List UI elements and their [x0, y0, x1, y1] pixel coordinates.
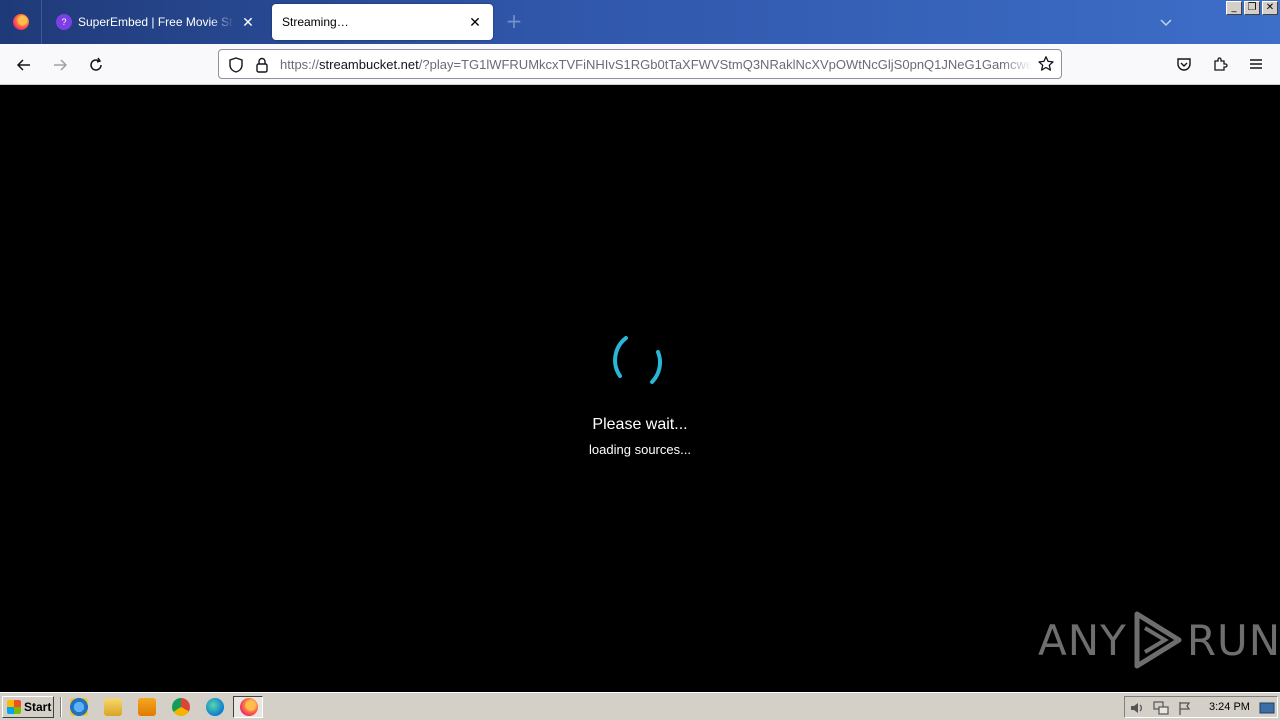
- network-icon[interactable]: [1153, 700, 1169, 716]
- taskbar-separator: [60, 697, 62, 717]
- tab-close-icon[interactable]: ✕: [467, 14, 483, 30]
- app-menu-button[interactable]: [1245, 53, 1267, 75]
- firefox-icon: [240, 698, 258, 716]
- pocket-button[interactable]: [1173, 53, 1195, 75]
- list-all-tabs-icon[interactable]: [1158, 14, 1174, 30]
- bookmark-star-icon[interactable]: [1037, 55, 1055, 73]
- navigation-toolbar: https://streambucket.net/?play=TG1lWFRUM…: [0, 44, 1280, 85]
- back-arrow-icon: [16, 59, 30, 71]
- play-triangle-icon: [1134, 611, 1182, 669]
- back-button[interactable]: [11, 52, 37, 78]
- loading-sources-text: loading sources...: [589, 442, 691, 457]
- reload-icon: [90, 57, 102, 71]
- page-content: Please wait... loading sources... ANY RU…: [0, 86, 1280, 692]
- internet-explorer-icon[interactable]: [70, 698, 88, 716]
- anyrun-watermark: ANY RUN: [1038, 608, 1280, 672]
- please-wait-heading: Please wait...: [592, 416, 688, 433]
- tab-strip: ? SuperEmbed | Free Movie Streaming ✕ St…: [0, 0, 1280, 44]
- new-tab-button[interactable]: +: [504, 11, 524, 31]
- window-controls: _ ❐ ✕: [1226, 1, 1278, 15]
- watermark-left-text: ANY: [1038, 615, 1127, 665]
- url-text[interactable]: https://streambucket.net/?play=TG1lWFRUM…: [280, 57, 1032, 72]
- loading-spinner-icon: [613, 336, 662, 384]
- firefox-menu-button[interactable]: [0, 0, 42, 44]
- taskbar-clock[interactable]: 3:24 PM: [1209, 701, 1250, 713]
- restore-button[interactable]: ❐: [1244, 1, 1260, 15]
- tab-close-icon[interactable]: ✕: [240, 14, 256, 30]
- edge-icon[interactable]: [206, 698, 224, 716]
- close-window-button[interactable]: ✕: [1262, 1, 1278, 15]
- extensions-button[interactable]: [1209, 53, 1231, 75]
- system-tray: 3:24 PM: [1124, 696, 1278, 718]
- url-bar[interactable]: https://streambucket.net/?play=TG1lWFRUM…: [218, 49, 1062, 79]
- start-label: Start: [24, 700, 52, 714]
- watermark-right-text: RUN: [1186, 615, 1280, 665]
- action-center-flag-icon[interactable]: [1177, 700, 1193, 716]
- taskbar: Start 3:24 PM: [0, 692, 1280, 720]
- puzzle-piece-icon: [1214, 57, 1228, 71]
- url-path: /?play=TG1lWFRUMkcxTVFiNHIvS1RGb0tTaXFWV…: [418, 57, 1032, 72]
- forward-arrow-icon: [54, 59, 68, 71]
- windows-flag-icon: [7, 700, 21, 714]
- minimize-button[interactable]: _: [1226, 1, 1242, 15]
- taskbar-firefox-button[interactable]: [233, 696, 263, 718]
- tab-title: Streaming…: [282, 15, 349, 29]
- show-desktop-icon[interactable]: [1259, 700, 1275, 716]
- superembed-favicon-icon: ?: [56, 14, 72, 30]
- tab-title: SuperEmbed | Free Movie Streaming: [78, 15, 234, 29]
- reload-button[interactable]: [83, 52, 109, 78]
- chrome-icon[interactable]: [172, 698, 190, 716]
- file-explorer-icon[interactable]: [104, 698, 122, 716]
- url-host: streambucket.net: [319, 57, 419, 72]
- tab-superembed[interactable]: ? SuperEmbed | Free Movie Streaming ✕: [46, 4, 266, 40]
- forward-button[interactable]: [47, 52, 73, 78]
- volume-icon[interactable]: [1129, 700, 1145, 716]
- start-button[interactable]: Start: [2, 696, 54, 718]
- media-player-icon[interactable]: [138, 698, 156, 716]
- lock-icon[interactable]: [254, 56, 270, 74]
- tracking-protection-shield-icon[interactable]: [227, 56, 245, 74]
- tab-streaming[interactable]: Streaming… ✕: [272, 4, 493, 40]
- firefox-logo-icon: [12, 14, 29, 30]
- url-scheme: https://: [280, 57, 320, 72]
- hamburger-menu-icon: [1250, 59, 1262, 69]
- pocket-icon: [1177, 58, 1191, 71]
